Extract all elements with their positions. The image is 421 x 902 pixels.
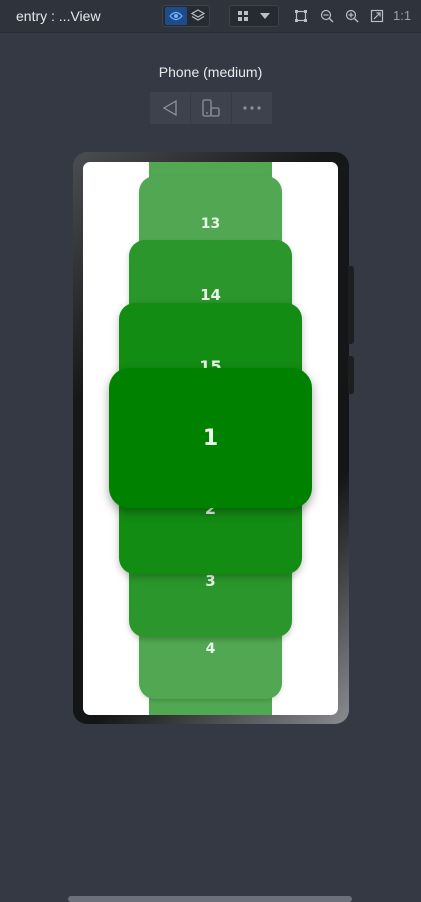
list-item-label: 4 bbox=[205, 641, 216, 657]
list-item-label: 14 bbox=[200, 286, 221, 304]
zoom-in-icon[interactable] bbox=[343, 7, 361, 25]
top-toolbar: entry : ...View 1:1 bbox=[0, 0, 421, 33]
back-icon[interactable] bbox=[150, 92, 191, 124]
layers-icon[interactable] bbox=[187, 7, 209, 25]
rotate-device-icon[interactable] bbox=[191, 92, 232, 124]
phone-volume-button bbox=[348, 266, 354, 344]
device-controls bbox=[150, 92, 272, 124]
zoom-out-icon[interactable] bbox=[318, 7, 336, 25]
view-mode-toggle[interactable] bbox=[162, 5, 210, 27]
device-label: Phone (medium) bbox=[158, 64, 263, 80]
list-item-label: 1 bbox=[202, 425, 219, 451]
actual-size-button[interactable]: 1:1 bbox=[393, 8, 411, 23]
chevron-down-icon bbox=[254, 7, 276, 25]
horizontal-scrollbar[interactable] bbox=[68, 896, 352, 902]
list-item-label: 13 bbox=[200, 216, 221, 232]
phone-screen: 13 4 14 3 15 2 1 bbox=[83, 162, 338, 715]
more-icon[interactable] bbox=[232, 92, 272, 124]
grid-icon bbox=[232, 7, 254, 25]
fit-screen-icon[interactable] bbox=[368, 7, 386, 25]
phone-power-button bbox=[348, 356, 354, 394]
list-item-selected[interactable]: 1 bbox=[109, 368, 312, 508]
layout-dropdown[interactable] bbox=[229, 5, 279, 27]
list-item-label: 3 bbox=[205, 572, 216, 590]
window-title: entry : ...View bbox=[16, 8, 101, 24]
eye-icon[interactable] bbox=[165, 7, 187, 25]
crop-icon[interactable] bbox=[292, 7, 310, 25]
